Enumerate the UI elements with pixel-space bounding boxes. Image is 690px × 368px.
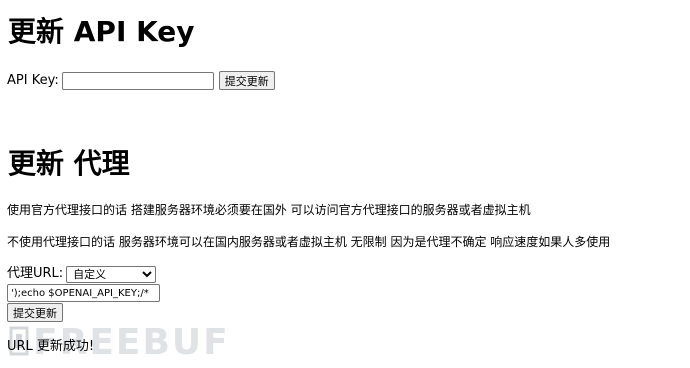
proxy-info-paragraph-1: 使用官方代理接口的话 搭建服务器环境必须要在国外 可以访问官方代理接口的服务器或… bbox=[7, 203, 531, 217]
proxy-heading: 更新 代理 bbox=[8, 147, 130, 180]
page: 更新 API Key API Key: 提交更新 更新 代理 使用官方代理接口的… bbox=[0, 0, 690, 368]
proxy-submit-button[interactable]: 提交更新 bbox=[7, 303, 63, 322]
proxy-info-paragraph-2: 不使用代理接口的话 服务器环境可以在国内服务器或者虚拟主机 无限制 因为是代理不… bbox=[7, 235, 611, 249]
proxy-submit-row: 提交更新 bbox=[7, 303, 63, 322]
api-key-heading: 更新 API Key bbox=[8, 15, 195, 48]
proxy-url-row: 代理URL: 自定义 bbox=[7, 265, 157, 283]
api-key-submit-button[interactable]: 提交更新 bbox=[218, 71, 275, 90]
proxy-custom-url-input[interactable] bbox=[7, 284, 160, 302]
status-message: URL 更新成功! bbox=[7, 339, 95, 354]
api-key-input[interactable] bbox=[61, 71, 214, 90]
proxy-url-select[interactable]: 自定义 bbox=[66, 265, 157, 283]
api-key-label: API Key: bbox=[7, 72, 59, 88]
proxy-custom-row bbox=[7, 284, 160, 302]
proxy-url-label: 代理URL: bbox=[7, 266, 64, 281]
api-key-form: API Key: 提交更新 bbox=[7, 71, 275, 90]
